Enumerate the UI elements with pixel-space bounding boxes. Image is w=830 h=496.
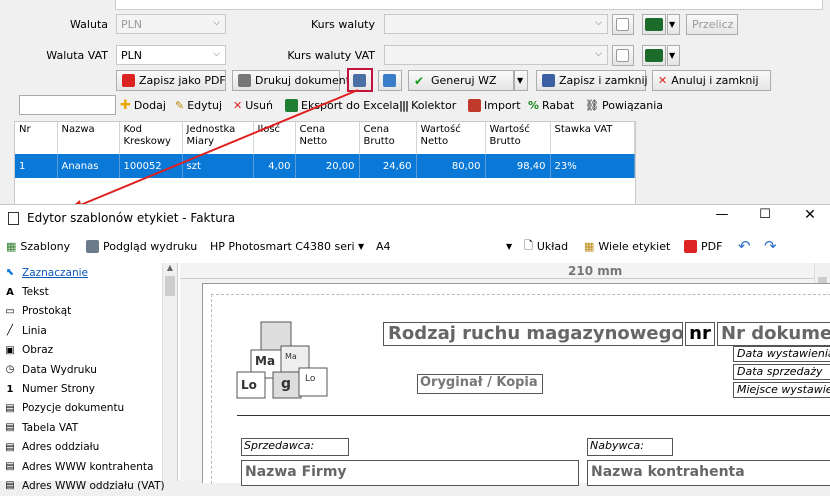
tree-item[interactable]: ▭ Prostokąt: [0, 302, 177, 321]
printer-select[interactable]: HP Photosmart C4380 series ▼: [210, 235, 368, 257]
tool-icon: ╱: [6, 325, 14, 337]
issue-date-field[interactable]: Data wystawienia: [733, 346, 830, 362]
templates-button[interactable]: ▦ Szablony: [6, 235, 70, 257]
logo-image: Ma Lo g Lo Ma: [233, 320, 333, 402]
logo-text-1: Ma: [255, 354, 276, 368]
tree-item[interactable]: ▤ Adres WWW kontrahenta: [0, 457, 177, 476]
undo-icon: ↶: [738, 237, 751, 255]
print-preview-button[interactable]: Podgląd wydruku: [86, 235, 197, 257]
seller-name-field[interactable]: Nazwa Firmy: [241, 460, 579, 486]
place-field[interactable]: Miejsce wystawienia: [733, 382, 830, 398]
tool-icon: ▤: [5, 461, 15, 473]
redo-icon: ↷: [764, 237, 777, 255]
buyer-name-field[interactable]: Nazwa kontrahenta: [587, 460, 830, 486]
editor-title: Edytor szablonów etykiet - Faktura: [27, 211, 236, 225]
pdf-icon: [684, 239, 697, 253]
tool-icon: ◷: [5, 364, 15, 376]
tree-item[interactable]: ▣ Obraz: [0, 341, 177, 360]
seller-label-field[interactable]: Sprzedawca:: [241, 438, 349, 456]
layout-button[interactable]: 🗋 Układ: [524, 235, 568, 257]
buyer-label-field[interactable]: Nabywca:: [587, 438, 673, 456]
tree-item-label: Linia: [22, 324, 47, 337]
tool-icon: ▤: [5, 422, 15, 434]
tree-item[interactable]: ▤ Tabela VAT: [0, 418, 177, 437]
arrow-line: [77, 89, 359, 207]
tree-item-label: Zaznaczanie: [22, 266, 88, 279]
maximize-button[interactable]: ☐: [755, 207, 775, 227]
tool-icon: ▤: [5, 441, 15, 453]
tree-item[interactable]: A Tekst: [0, 282, 177, 301]
tree-item-label: Adres WWW oddziału (VAT): [22, 479, 165, 492]
tree-item-label: Numer Strony: [22, 383, 96, 396]
doc-type-field[interactable]: Rodzaj ruchu magazynowego: [383, 322, 683, 346]
scroll-up-arrow[interactable]: ▲: [163, 263, 177, 272]
logo-text-5: Ma: [285, 352, 297, 361]
sale-date-field[interactable]: Data sprzedaży: [733, 364, 830, 380]
label-editor-window: Edytor szablonów etykiet - Faktura — ☐ ✕…: [0, 204, 830, 492]
ruler-label: 210 mm: [568, 264, 623, 278]
doc-number-field[interactable]: Nr dokumentu: [717, 322, 830, 346]
page-icon: 🗋: [524, 238, 533, 252]
tree-item[interactable]: ▤ Pozycje dokumentu: [0, 399, 177, 418]
tree-item-label: Pozycje dokumentu: [22, 402, 125, 415]
tree-item-label: Tekst: [22, 286, 49, 299]
tool-icon: ▭: [5, 305, 15, 317]
tree-item[interactable]: ⬉ Zaznaczanie: [0, 263, 177, 282]
tree-item-label: Adres WWW kontrahenta: [22, 460, 154, 473]
tool-icon: 1: [6, 383, 14, 395]
redo-button[interactable]: ↷: [764, 235, 777, 257]
tree-item[interactable]: 1 Numer Strony: [0, 379, 177, 398]
editor-titlebar: Edytor szablonów etykiet - Faktura: [0, 205, 830, 231]
tool-tree: ⬉ Zaznaczanie A Tekst ▭ Prostokąt ╱ Linia ▣ Obraz…: [0, 263, 178, 492]
tree-item-label: Obraz: [22, 344, 54, 357]
tool-icon: ▣: [5, 344, 15, 356]
tool-icon: ▤: [5, 402, 15, 414]
tree-item-label: Data Wydruku: [22, 363, 97, 376]
tree-item[interactable]: ▤ Adres oddziału: [0, 438, 177, 457]
logo-text-4: Lo: [305, 374, 316, 384]
scroll-thumb[interactable]: [165, 276, 175, 296]
multi-labels-button[interactable]: ▦ Wiele etykiet: [584, 235, 670, 257]
tree-scrollbar[interactable]: ▲: [162, 263, 177, 481]
tree-item-label: Prostokąt: [22, 305, 72, 318]
tree-item-label: Tabela VAT: [22, 421, 79, 434]
templates-icon: ▦: [6, 239, 17, 253]
logo-text-2: Lo: [241, 378, 257, 392]
tree-item[interactable]: ◷ Data Wydruku: [0, 360, 177, 379]
paper-select[interactable]: A4 ▼: [376, 235, 516, 257]
undo-button[interactable]: ↶: [738, 235, 751, 257]
chevron-down-icon: ▼: [358, 241, 365, 251]
logo-text-3: g: [281, 376, 292, 392]
document-icon: [8, 211, 19, 225]
printer-icon: [86, 239, 99, 253]
minimize-button[interactable]: —: [712, 207, 732, 227]
pdf-export-button[interactable]: PDF: [684, 235, 722, 257]
header-divider-line: [237, 415, 830, 416]
grid-icon: ▦: [584, 239, 595, 253]
close-window-button[interactable]: ✕: [800, 207, 820, 227]
tree-item[interactable]: ╱ Linia: [0, 321, 177, 340]
design-canvas: 210 mm Ma Lo g Lo Ma Rodzaj ruchu magazy…: [180, 263, 830, 486]
ruler: [180, 263, 830, 279]
tree-item[interactable]: ▤ Adres WWW oddziału (VAT): [0, 476, 177, 495]
nr-label[interactable]: nr: [685, 322, 715, 346]
chevron-down-icon: ▼: [506, 241, 513, 251]
original-copy-field[interactable]: Oryginał / Kopia: [417, 374, 543, 394]
label-page: Ma Lo g Lo Ma Rodzaj ruchu magazynowego …: [202, 283, 830, 486]
tool-icon: A: [6, 286, 14, 298]
tool-icon: ⬉: [5, 267, 15, 279]
tree-item-label: Adres oddziału: [22, 441, 100, 454]
tool-icon: ▤: [5, 480, 15, 492]
